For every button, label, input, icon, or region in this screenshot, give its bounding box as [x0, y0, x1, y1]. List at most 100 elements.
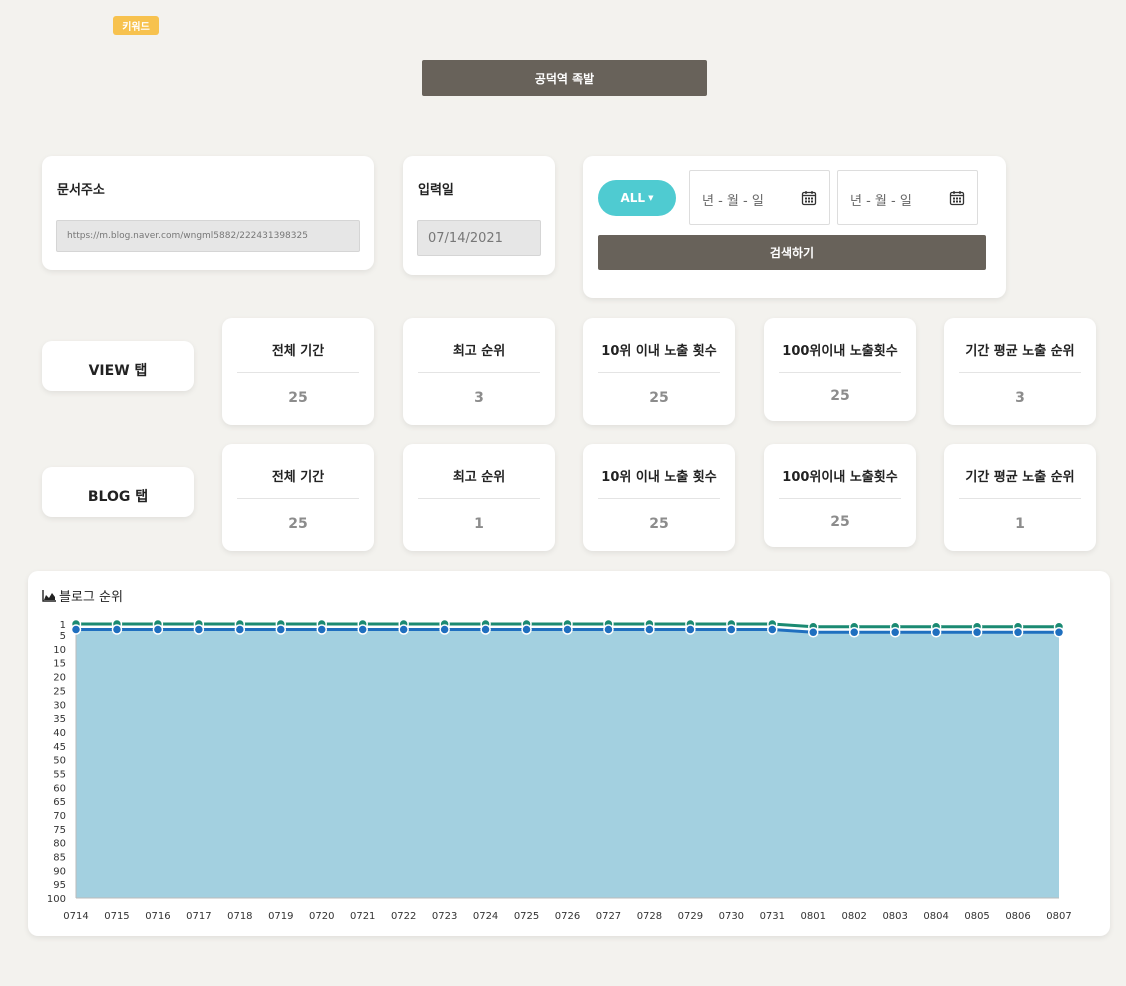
search-button[interactable]: 검색하기: [598, 235, 986, 270]
y-tick-label: 55: [53, 769, 66, 780]
x-tick-label: 0801: [801, 911, 826, 922]
doc-url-card: 문서주소 https://m.blog.naver.com/wngml5882/…: [42, 156, 374, 270]
view-stat-card: 10위 이내 노출 횟수 25: [583, 318, 735, 425]
x-tick-label: 0716: [145, 911, 170, 922]
x-tick-label: 0723: [432, 911, 457, 922]
stat-value: 25: [649, 390, 669, 406]
data-point: [644, 624, 655, 635]
divider: [779, 372, 901, 373]
view-tab-label[interactable]: VIEW 탭: [42, 341, 194, 391]
y-tick-label: 35: [53, 714, 66, 725]
data-point: [726, 624, 737, 635]
y-tick-label: 90: [53, 866, 66, 877]
y-tick-label: 1: [60, 620, 66, 631]
data-point: [398, 624, 409, 635]
stat-value: 25: [830, 388, 850, 404]
data-point: [971, 627, 983, 638]
blog-stat-card: 전체 기간 25: [222, 444, 374, 551]
doc-url-field[interactable]: https://m.blog.naver.com/wngml5882/22243…: [56, 220, 360, 252]
stat-value: 1: [474, 516, 484, 532]
data-point: [848, 627, 860, 638]
data-point: [685, 624, 696, 635]
divider: [237, 498, 359, 499]
divider: [598, 498, 720, 499]
x-tick-label: 0728: [637, 911, 662, 922]
divider: [418, 372, 540, 373]
x-tick-label: 0722: [391, 911, 416, 922]
chart-area: [76, 629, 1059, 898]
y-tick-label: 70: [53, 811, 66, 822]
start-date-input[interactable]: 년 - 월 - 일: [689, 170, 830, 225]
input-date-card: 입력일 07/14/2021: [403, 156, 555, 275]
y-tick-label: 10: [53, 645, 66, 656]
data-point: [152, 624, 164, 635]
divider: [418, 498, 540, 499]
data-point: [439, 624, 450, 635]
chart-card: 블로그 순위 1 5 10 15 20 25 30 35 40 45 50 55 60 65 70 75 80 8…: [28, 571, 1110, 936]
x-tick-label: 0725: [514, 911, 539, 922]
x-tick-label: 0804: [923, 911, 948, 922]
x-tick-label: 0721: [350, 911, 375, 922]
blog-tab-label[interactable]: BLOG 탭: [42, 467, 194, 517]
stat-title: 전체 기간: [271, 344, 325, 359]
x-tick-label: 0724: [473, 911, 498, 922]
blog-stat-card: 기간 평균 노출 순위 1: [944, 444, 1096, 551]
blog-stat-card: 100위이내 노출횟수 25: [764, 444, 916, 547]
end-date-input[interactable]: 년 - 월 - 일: [837, 170, 978, 225]
data-point: [275, 624, 287, 635]
x-tick-label: 0803: [882, 911, 907, 922]
y-tick-label: 45: [53, 742, 66, 753]
x-tick-label: 0727: [596, 911, 621, 922]
stat-value: 25: [649, 516, 669, 532]
start-date-placeholder: 년 - 월 - 일: [702, 194, 764, 209]
stat-title: 10위 이내 노출 횟수: [601, 344, 717, 359]
calendar-icon[interactable]: [801, 190, 817, 206]
end-date-placeholder: 년 - 월 - 일: [850, 194, 912, 209]
x-tick-label: 0806: [1005, 911, 1030, 922]
all-filter-dropdown[interactable]: ALL ▼: [598, 180, 676, 216]
divider: [959, 498, 1081, 499]
y-tick-label: 15: [53, 659, 66, 670]
x-tick-label: 0718: [227, 911, 252, 922]
stat-title: 기간 평균 노출 순위: [965, 470, 1075, 485]
data-point: [603, 624, 614, 635]
y-tick-label: 100: [47, 894, 66, 905]
stat-value: 25: [830, 514, 850, 530]
data-point: [1053, 627, 1065, 638]
data-point: [316, 624, 327, 635]
y-tick-label: 75: [53, 825, 66, 836]
data-point: [234, 624, 246, 635]
input-date-label: 입력일: [418, 183, 454, 198]
stat-title: 최고 순위: [452, 470, 506, 485]
stat-value: 3: [1015, 390, 1025, 406]
y-tick-label: 95: [53, 880, 66, 891]
x-tick-label: 0720: [309, 911, 334, 922]
data-point: [1012, 627, 1024, 638]
search-card: ALL ▼ 년 - 월 - 일 년 - 월 - 일 검색하기: [583, 156, 1006, 298]
all-filter-label: ALL: [620, 191, 646, 205]
input-date-field[interactable]: 07/14/2021: [417, 220, 541, 256]
x-tick-label: 0717: [186, 911, 211, 922]
view-stat-card: 기간 평균 노출 순위 3: [944, 318, 1096, 425]
data-point: [480, 624, 491, 635]
caret-down-icon: ▼: [648, 194, 654, 202]
y-tick-label: 65: [53, 797, 66, 808]
divider: [959, 372, 1081, 373]
x-tick-label: 0807: [1046, 911, 1071, 922]
stat-title: 10위 이내 노출 횟수: [601, 470, 717, 485]
divider: [237, 372, 359, 373]
keyword-title-button[interactable]: 공덕역 족발: [422, 60, 707, 96]
x-tick-label: 0731: [760, 911, 785, 922]
stat-title: 최고 순위: [452, 344, 506, 359]
data-point: [562, 624, 573, 635]
y-tick-label: 30: [53, 700, 66, 711]
stat-value: 25: [288, 516, 308, 532]
data-point: [767, 624, 778, 635]
y-tick-label: 85: [53, 852, 66, 863]
x-tick-label: 0730: [719, 911, 744, 922]
calendar-icon[interactable]: [949, 190, 965, 206]
view-stat-card: 전체 기간 25: [222, 318, 374, 425]
data-point: [357, 624, 368, 635]
data-point: [70, 624, 82, 635]
blog-stat-card: 10위 이내 노출 횟수 25: [583, 444, 735, 551]
